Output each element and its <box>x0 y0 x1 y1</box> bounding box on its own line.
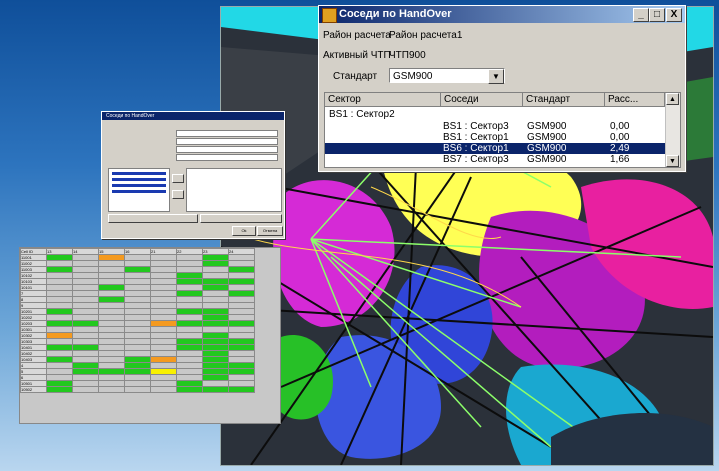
matrix-cell <box>228 386 255 393</box>
thumbnail-right-list <box>186 168 282 212</box>
matrix-cell <box>150 386 177 393</box>
thumbnail-left-list <box>108 168 170 212</box>
distance-cell: 2,49 <box>610 143 630 154</box>
maximize-button[interactable]: □ <box>649 8 665 22</box>
thumbnail-cancel-button: Отмена <box>257 226 283 236</box>
list-item[interactable]: BS1 : Сектор1 GSM900 0,00 <box>325 132 665 143</box>
thumbnail-action-button <box>108 214 198 223</box>
standard-cell: GSM900 <box>527 121 567 132</box>
thumbnail-remove-button <box>172 190 184 199</box>
distance-cell: 0,00 <box>610 132 630 143</box>
area-label: Район расчета <box>323 30 391 41</box>
matrix-cell <box>72 386 99 393</box>
thumbnail-field <box>176 138 278 145</box>
thumbnail-title: Соседи по HandOver <box>102 112 284 120</box>
neighbors-list[interactable]: Сектор Соседи Стандарт Расс... BS1 : Сек… <box>324 92 681 168</box>
group-label: BS1 : Сектор2 <box>329 109 395 120</box>
active-label: Активный ЧТП <box>323 50 391 61</box>
column-header-neighbor[interactable]: Соседи <box>441 93 523 106</box>
thumbnail-add-button <box>172 174 184 183</box>
thumbnail-field <box>176 154 278 161</box>
window-title-bar[interactable]: Соседи по HandOver _ □ X <box>319 6 685 23</box>
scroll-down-icon[interactable]: ▼ <box>666 155 679 167</box>
list-item[interactable]: BS1 : Сектор3 GSM900 0,00 <box>325 121 665 132</box>
list-scrollbar[interactable]: ▲ ▼ <box>665 93 680 167</box>
thumbnail-action-button <box>200 214 282 223</box>
column-header-standard[interactable]: Стандарт <box>523 93 605 106</box>
distance-cell: 0,00 <box>610 121 630 132</box>
standard-select[interactable]: GSM900 ▼ <box>389 68 505 84</box>
scroll-up-icon[interactable]: ▲ <box>666 93 679 105</box>
neighbor-cell: BS6 : Сектор1 <box>443 143 509 154</box>
close-button[interactable]: X <box>666 8 682 22</box>
handover-dialog-thumbnail: Соседи по HandOver Ok Отмена <box>101 111 285 239</box>
chevron-down-icon[interactable]: ▼ <box>488 69 504 84</box>
matrix-cell <box>46 386 73 393</box>
list-header: Сектор Соседи Стандарт Расс... <box>325 93 680 107</box>
area-value: Район расчета1 <box>389 30 463 41</box>
thumbnail-field <box>176 146 278 153</box>
thumbnail-ok-button: Ok <box>232 226 256 236</box>
list-item[interactable]: BS6 : Сектор1 GSM900 2,49 <box>325 143 665 154</box>
neighbor-cell: BS1 : Сектор1 <box>443 132 509 143</box>
standard-cell: GSM900 <box>527 154 567 165</box>
neighbor-cell: BS7 : Сектор3 <box>443 154 509 165</box>
matrix-table: Cell ID 13 14 15 16 21 22 23 24 11001 11002 11003 1… <box>20 248 255 393</box>
matrix-cell <box>98 386 125 393</box>
standard-cell: GSM900 <box>527 132 567 143</box>
list-group-row[interactable]: BS1 : Сектор2 <box>325 109 665 120</box>
window-title: Соседи по HandOver <box>339 8 452 20</box>
thumbnail-field <box>176 130 278 137</box>
matrix-cell <box>176 386 203 393</box>
distance-cell: 1,66 <box>610 154 630 165</box>
standard-cell: GSM900 <box>527 143 567 154</box>
matrix-row-header: 10502 <box>20 386 47 393</box>
table-row: 10502 <box>20 386 255 393</box>
handover-neighbors-window: Соседи по HandOver _ □ X Район расчета Р… <box>318 5 686 172</box>
column-header-distance[interactable]: Расс... <box>605 93 665 106</box>
minimize-button[interactable]: _ <box>633 8 649 22</box>
column-header-sector[interactable]: Сектор <box>325 93 441 106</box>
neighbor-matrix: Cell ID 13 14 15 16 21 22 23 24 11001 11002 11003 1… <box>19 247 281 424</box>
matrix-cell <box>202 386 229 393</box>
active-value: ЧТП900 <box>389 50 426 61</box>
app-icon <box>322 8 337 23</box>
standard-select-value: GSM900 <box>393 71 433 82</box>
neighbor-cell: BS1 : Сектор3 <box>443 121 509 132</box>
standard-label: Стандарт <box>333 71 378 82</box>
list-item[interactable]: BS7 : Сектор3 GSM900 1,66 <box>325 154 665 165</box>
matrix-cell <box>124 386 151 393</box>
